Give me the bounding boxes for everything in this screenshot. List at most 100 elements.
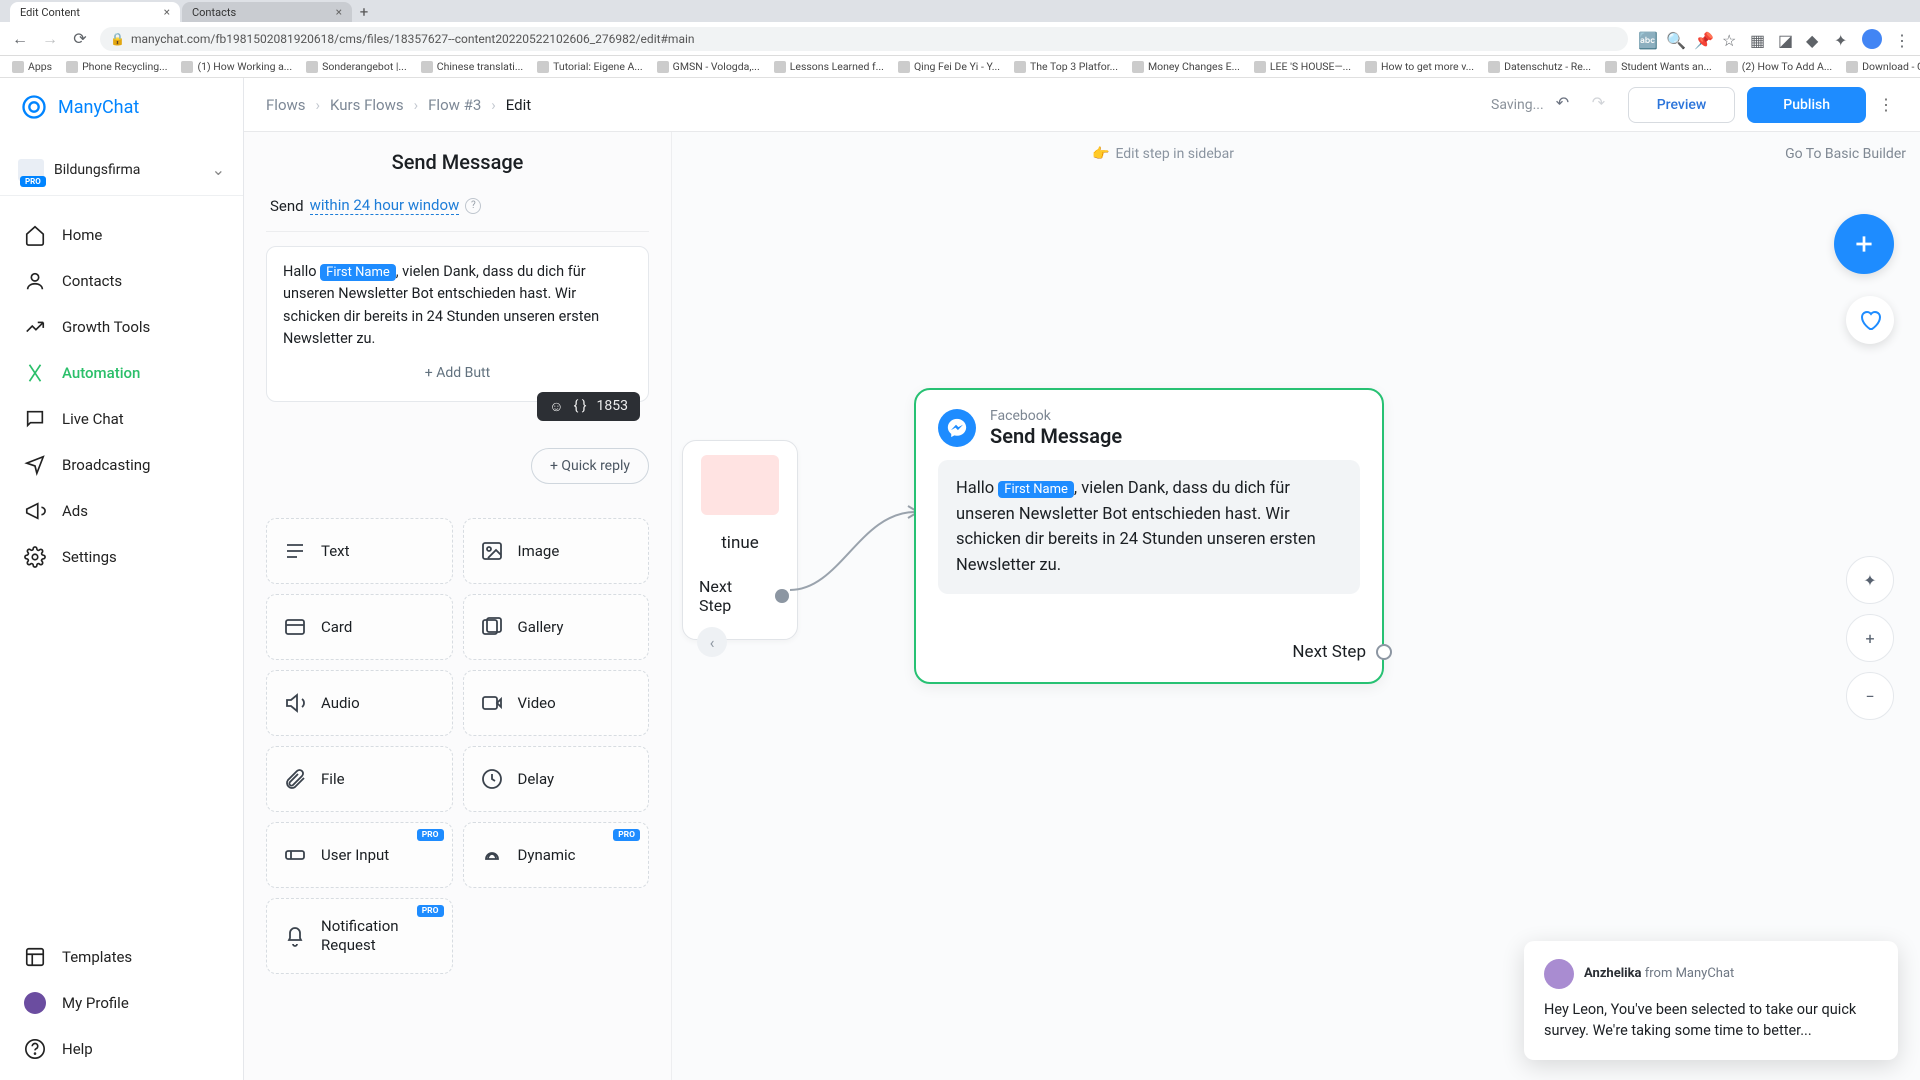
address-bar[interactable]: 🔒 manychat.com/fb1981502081920618/cms/fi… (100, 27, 1628, 51)
message-content[interactable]: Hallo First Name, vielen Dank, dass du d… (283, 261, 632, 351)
bookmark[interactable]: How to get more v... (1365, 60, 1474, 73)
emoji-icon[interactable]: ☺ (549, 398, 563, 415)
block-userinput[interactable]: User InputPRO (266, 822, 453, 888)
sidebar-item-growth[interactable]: Growth Tools (0, 304, 243, 350)
chevron-left-icon[interactable]: ‹ (697, 627, 727, 657)
connector-ring[interactable] (1376, 644, 1392, 660)
add-quick-reply-button[interactable]: + Quick reply (531, 448, 649, 484)
char-count: 1853 (597, 398, 628, 414)
browser-tab-active[interactable]: Edit Content × (10, 2, 180, 22)
help-icon[interactable]: ? (465, 198, 481, 214)
pin-icon[interactable]: 📌 (1694, 31, 1710, 47)
sidebar-item-contacts[interactable]: Contacts (0, 258, 243, 304)
preview-button[interactable]: Preview (1628, 87, 1736, 123)
star-icon[interactable]: ☆ (1722, 31, 1738, 47)
block-dynamic[interactable]: DynamicPRO (463, 822, 650, 888)
bookmark[interactable]: Student Wants an... (1605, 60, 1712, 73)
profile-avatar[interactable] (1862, 29, 1882, 49)
forward-button[interactable]: → (40, 29, 60, 49)
settings-icon (24, 546, 46, 568)
zoom-icon[interactable]: 🔍 (1666, 31, 1682, 47)
bookmark[interactable]: Tutorial: Eigene A... (537, 60, 643, 73)
support-chat-popup[interactable]: Anzhelika from ManyChat Hey Leon, You've… (1524, 941, 1898, 1061)
bookmark[interactable]: Sonderangebot |... (306, 60, 407, 73)
ext-icon[interactable]: ◆ (1806, 31, 1822, 47)
zoom-in-button[interactable]: + (1846, 614, 1894, 662)
block-video[interactable]: Video (463, 670, 650, 736)
ext-icon[interactable]: ✦ (1834, 31, 1850, 47)
block-image[interactable]: Image (463, 518, 650, 584)
redo-button[interactable]: ↷ (1592, 93, 1616, 117)
block-delay[interactable]: Delay (463, 746, 650, 812)
more-menu-icon[interactable]: ⋮ (1878, 95, 1898, 114)
connector-dot[interactable] (775, 589, 789, 603)
block-text[interactable]: Text (266, 518, 453, 584)
audio-icon (283, 691, 307, 715)
bookmark[interactable]: (1) How Working a... (181, 60, 292, 73)
sidebar-item-ads[interactable]: Ads (0, 488, 243, 534)
zoom-out-button[interactable]: − (1846, 672, 1894, 720)
bookmark[interactable]: Chinese translati... (421, 60, 523, 73)
variable-pill[interactable]: First Name (320, 264, 396, 281)
sidebar-item-automation[interactable]: Automation (0, 350, 243, 396)
crumb-link[interactable]: Kurs Flows (330, 96, 404, 114)
sidebar-item-templates[interactable]: Templates (0, 934, 243, 980)
crumb-link[interactable]: Flows (266, 96, 306, 114)
close-icon[interactable]: × (336, 5, 342, 19)
add-node-fab[interactable] (1834, 214, 1894, 274)
bookmark[interactable]: Lessons Learned f... (774, 60, 884, 73)
breadcrumb: Flows › Kurs Flows › Flow #3 › Edit (266, 96, 531, 114)
sidebar-item-livechat[interactable]: Live Chat (0, 396, 243, 442)
close-icon[interactable]: × (164, 5, 170, 19)
edit-in-sidebar-link[interactable]: 👉 Edit step in sidebar (1092, 146, 1234, 162)
new-tab-button[interactable]: + (354, 2, 374, 22)
block-file[interactable]: File (266, 746, 453, 812)
bookmark[interactable]: Phone Recycling... (66, 60, 167, 73)
crumb-link[interactable]: Flow #3 (428, 96, 481, 114)
undo-button[interactable]: ↶ (1556, 93, 1580, 117)
bookmark[interactable]: LEE 'S HOUSE—... (1254, 60, 1351, 73)
ext-icon[interactable]: ◪ (1778, 31, 1794, 47)
flow-canvas[interactable]: 👉 Edit step in sidebar Go To Basic Build… (672, 132, 1920, 1080)
block-notification[interactable]: Notification RequestPRO (266, 898, 453, 974)
bookmark[interactable]: Datenschutz - Re... (1488, 60, 1591, 73)
text-icon (283, 539, 307, 563)
bookmark[interactable]: Money Changes E... (1132, 60, 1240, 73)
sidebar-item-profile[interactable]: My Profile (0, 980, 243, 1026)
bookmark[interactable]: Qing Fei De Yi - Y... (898, 60, 1000, 73)
favorite-fab[interactable] (1846, 296, 1894, 344)
bookmark[interactable]: GMSN - Vologda,... (657, 60, 760, 73)
ext-icon[interactable]: ▦ (1750, 31, 1766, 47)
send-window-link[interactable]: within 24 hour window (310, 196, 460, 215)
block-gallery[interactable]: Gallery (463, 594, 650, 660)
bookmark[interactable]: Apps (12, 60, 52, 73)
brand-name: ManyChat (58, 97, 139, 118)
brand-logo[interactable]: ManyChat (0, 78, 243, 136)
block-card[interactable]: Card (266, 594, 453, 660)
publish-button[interactable]: Publish (1747, 87, 1866, 123)
sidebar-item-help[interactable]: Help (0, 1026, 243, 1072)
browser-tab[interactable]: Contacts × (182, 2, 352, 22)
goto-basic-builder-link[interactable]: Go To Basic Builder (1785, 146, 1906, 162)
sidebar-item-settings[interactable]: Settings (0, 534, 243, 580)
translate-icon[interactable]: 🔤 (1638, 31, 1654, 47)
sidebar-item-broadcasting[interactable]: Broadcasting (0, 442, 243, 488)
block-audio[interactable]: Audio (266, 670, 453, 736)
add-button-row[interactable]: + Add Butt (283, 365, 632, 381)
sidebar-item-home[interactable]: Home (0, 212, 243, 258)
reload-button[interactable]: ⟳ (70, 29, 90, 49)
back-button[interactable]: ← (10, 29, 30, 49)
node-platform: Facebook (990, 408, 1122, 424)
flow-node-previous[interactable]: tinue Next Step ‹ (682, 440, 798, 640)
flow-node-send-message[interactable]: Facebook Send Message Hallo First Name, … (914, 388, 1384, 684)
menu-icon[interactable]: ⋮ (1894, 31, 1910, 47)
bookmark[interactable]: The Top 3 Platfor... (1014, 60, 1118, 73)
bookmark[interactable]: (2) How To Add A... (1726, 60, 1832, 73)
avatar (24, 992, 46, 1014)
bookmark[interactable]: Download - Cooki... (1846, 60, 1920, 73)
tab-title: Edit Content (20, 6, 80, 19)
message-text-block[interactable]: Hallo First Name, vielen Dank, dass du d… (266, 246, 649, 402)
variable-icon[interactable]: { } (574, 398, 587, 414)
auto-layout-button[interactable]: ✦ (1846, 556, 1894, 604)
workspace-switcher[interactable]: PRO Bildungsfirma ⌄ (0, 144, 243, 196)
